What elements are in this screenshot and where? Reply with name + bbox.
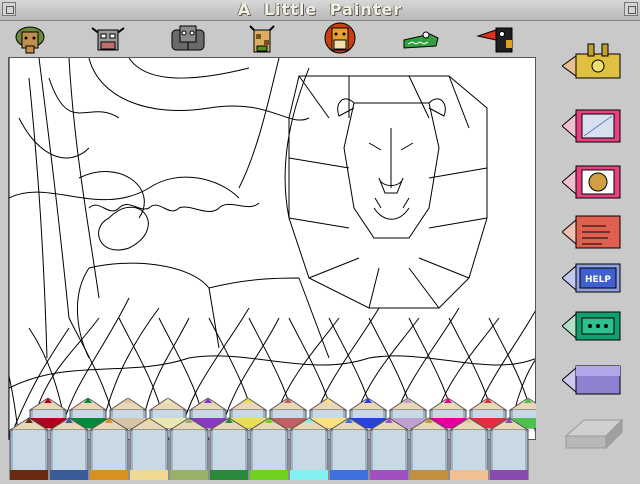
color-pencil-front-2[interactable]	[88, 417, 130, 481]
color-pencil-front-5[interactable]	[208, 417, 250, 481]
eraser-icon[interactable]	[562, 412, 624, 452]
lion-coloring-picture	[9, 58, 535, 439]
elephant-head-icon[interactable]	[10, 22, 50, 54]
color-pencil-front-10[interactable]	[408, 417, 450, 481]
color-palette	[8, 397, 548, 481]
color-pencil-front-4[interactable]	[168, 417, 210, 481]
help-button[interactable]: HELP	[561, 258, 624, 298]
giraffe-head-icon[interactable]	[242, 22, 282, 54]
help-label: HELP	[585, 275, 611, 285]
color-pencils	[8, 397, 548, 481]
color-pencil-front-0[interactable]	[8, 417, 50, 481]
cow-head-icon[interactable]	[88, 22, 128, 54]
color-pencil-front-6[interactable]	[248, 417, 290, 481]
color-pencil-front-11[interactable]	[448, 417, 490, 481]
color-pencil-front-3[interactable]	[128, 417, 170, 481]
color-pencil-front-9[interactable]	[368, 417, 410, 481]
title-bar: A Little Painter	[0, 0, 640, 21]
color-pencil-front-12[interactable]	[488, 417, 530, 481]
coloring-canvas[interactable]	[8, 57, 536, 440]
crayon-tool-icon[interactable]	[561, 360, 624, 400]
stamp-shell-icon[interactable]	[561, 162, 624, 202]
color-pencil-front-8[interactable]	[328, 417, 370, 481]
picture-selector	[0, 20, 560, 56]
money-print-icon[interactable]	[561, 306, 624, 346]
tool-column: HELP	[556, 36, 640, 480]
crocodile-head-icon[interactable]	[400, 22, 440, 54]
horn-pen-icon[interactable]	[561, 40, 624, 80]
color-pencil-front-7[interactable]	[288, 417, 330, 481]
paper-texture-icon[interactable]	[561, 106, 624, 146]
color-pencil-front-1[interactable]	[48, 417, 90, 481]
lion-head-icon[interactable]	[320, 22, 360, 54]
window-title: A Little Painter	[237, 0, 403, 19]
hippo-head-icon[interactable]	[168, 22, 208, 54]
toucan-head-icon[interactable]	[476, 22, 516, 54]
fill-hand-icon[interactable]	[561, 212, 624, 252]
window-maximize-button[interactable]	[624, 2, 638, 16]
